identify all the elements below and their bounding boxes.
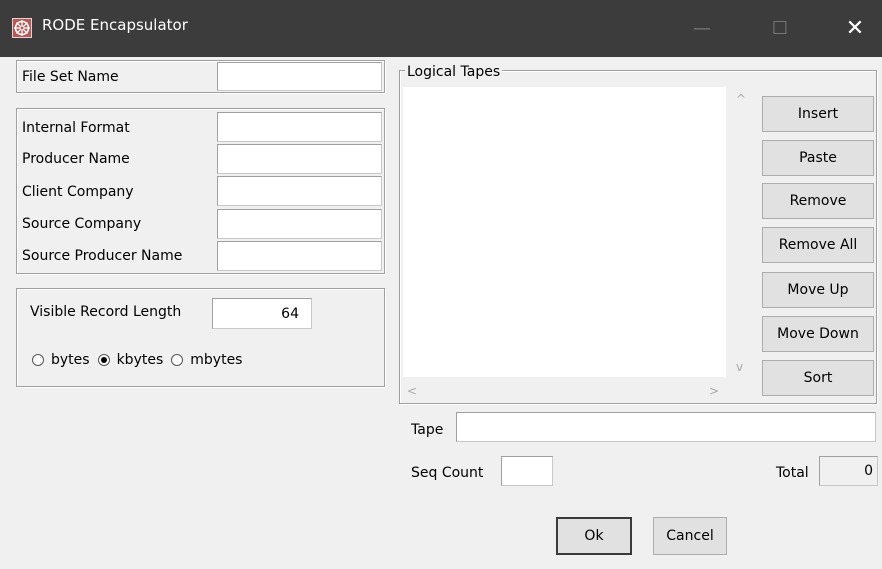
- radio-selected-dot: [100, 357, 107, 363]
- scroll-up-arrow[interactable]: ^: [736, 92, 746, 106]
- radio-mbytes-circle[interactable]: [171, 354, 184, 366]
- tape-label: Tape: [411, 422, 444, 438]
- remove-all-button[interactable]: Remove All: [762, 227, 874, 263]
- producer-name-label: Producer Name: [22, 151, 130, 167]
- source-producer-name-label: Source Producer Name: [22, 248, 183, 264]
- units-radio-group: bytes kbytes mbytes: [32, 352, 250, 368]
- scroll-right-arrow[interactable]: >: [709, 384, 719, 398]
- client-company-input[interactable]: [217, 176, 382, 206]
- logical-tapes-legend: Logical Tapes: [405, 63, 503, 81]
- producer-name-input[interactable]: [217, 144, 382, 174]
- scroll-left-arrow[interactable]: <: [407, 384, 417, 398]
- total-value: 0: [819, 456, 878, 486]
- paste-button[interactable]: Paste: [762, 140, 874, 176]
- scroll-down-arrow[interactable]: v: [736, 360, 743, 374]
- source-producer-name-input[interactable]: [217, 241, 382, 271]
- ok-button[interactable]: Ok: [556, 517, 632, 555]
- fileset-label: File Set Name: [22, 69, 119, 85]
- radio-mbytes-label: mbytes: [190, 352, 243, 368]
- radio-bytes-circle[interactable]: [32, 354, 44, 366]
- record-length-input[interactable]: 64: [212, 298, 312, 329]
- fileset-name-input[interactable]: [217, 62, 382, 91]
- source-company-input[interactable]: [217, 209, 382, 239]
- seq-count-input[interactable]: [501, 456, 553, 486]
- radio-bytes[interactable]: bytes: [32, 352, 90, 368]
- client-company-label: Client Company: [22, 184, 134, 200]
- radio-bytes-label: bytes: [51, 352, 90, 368]
- radio-kbytes-label: kbytes: [116, 352, 164, 368]
- seq-count-label: Seq Count: [411, 465, 484, 481]
- internal-format-input[interactable]: [217, 112, 382, 142]
- radio-kbytes[interactable]: kbytes: [97, 352, 164, 368]
- move-down-button[interactable]: Move Down: [762, 316, 874, 352]
- source-company-label: Source Company: [22, 216, 142, 232]
- insert-button[interactable]: Insert: [762, 96, 874, 132]
- total-label: Total: [776, 465, 809, 481]
- sort-button[interactable]: Sort: [762, 360, 874, 396]
- logical-tapes-list[interactable]: [403, 87, 726, 377]
- remove-button[interactable]: Remove: [762, 183, 874, 219]
- move-up-button[interactable]: Move Up: [762, 272, 874, 308]
- radio-mbytes[interactable]: mbytes: [171, 352, 242, 368]
- minimize-button[interactable]: —: [676, 0, 728, 57]
- radio-kbytes-circle[interactable]: [97, 354, 110, 366]
- app-icon: [12, 18, 32, 38]
- tape-input[interactable]: [456, 412, 876, 442]
- record-length-label: Visible Record Length: [30, 304, 182, 320]
- cancel-button[interactable]: Cancel: [653, 517, 727, 555]
- maximize-button[interactable]: ☐: [754, 0, 806, 57]
- internal-format-label: Internal Format: [22, 120, 130, 136]
- window-title: RODE Encapsulator: [42, 16, 188, 34]
- close-button[interactable]: ✕: [829, 0, 881, 57]
